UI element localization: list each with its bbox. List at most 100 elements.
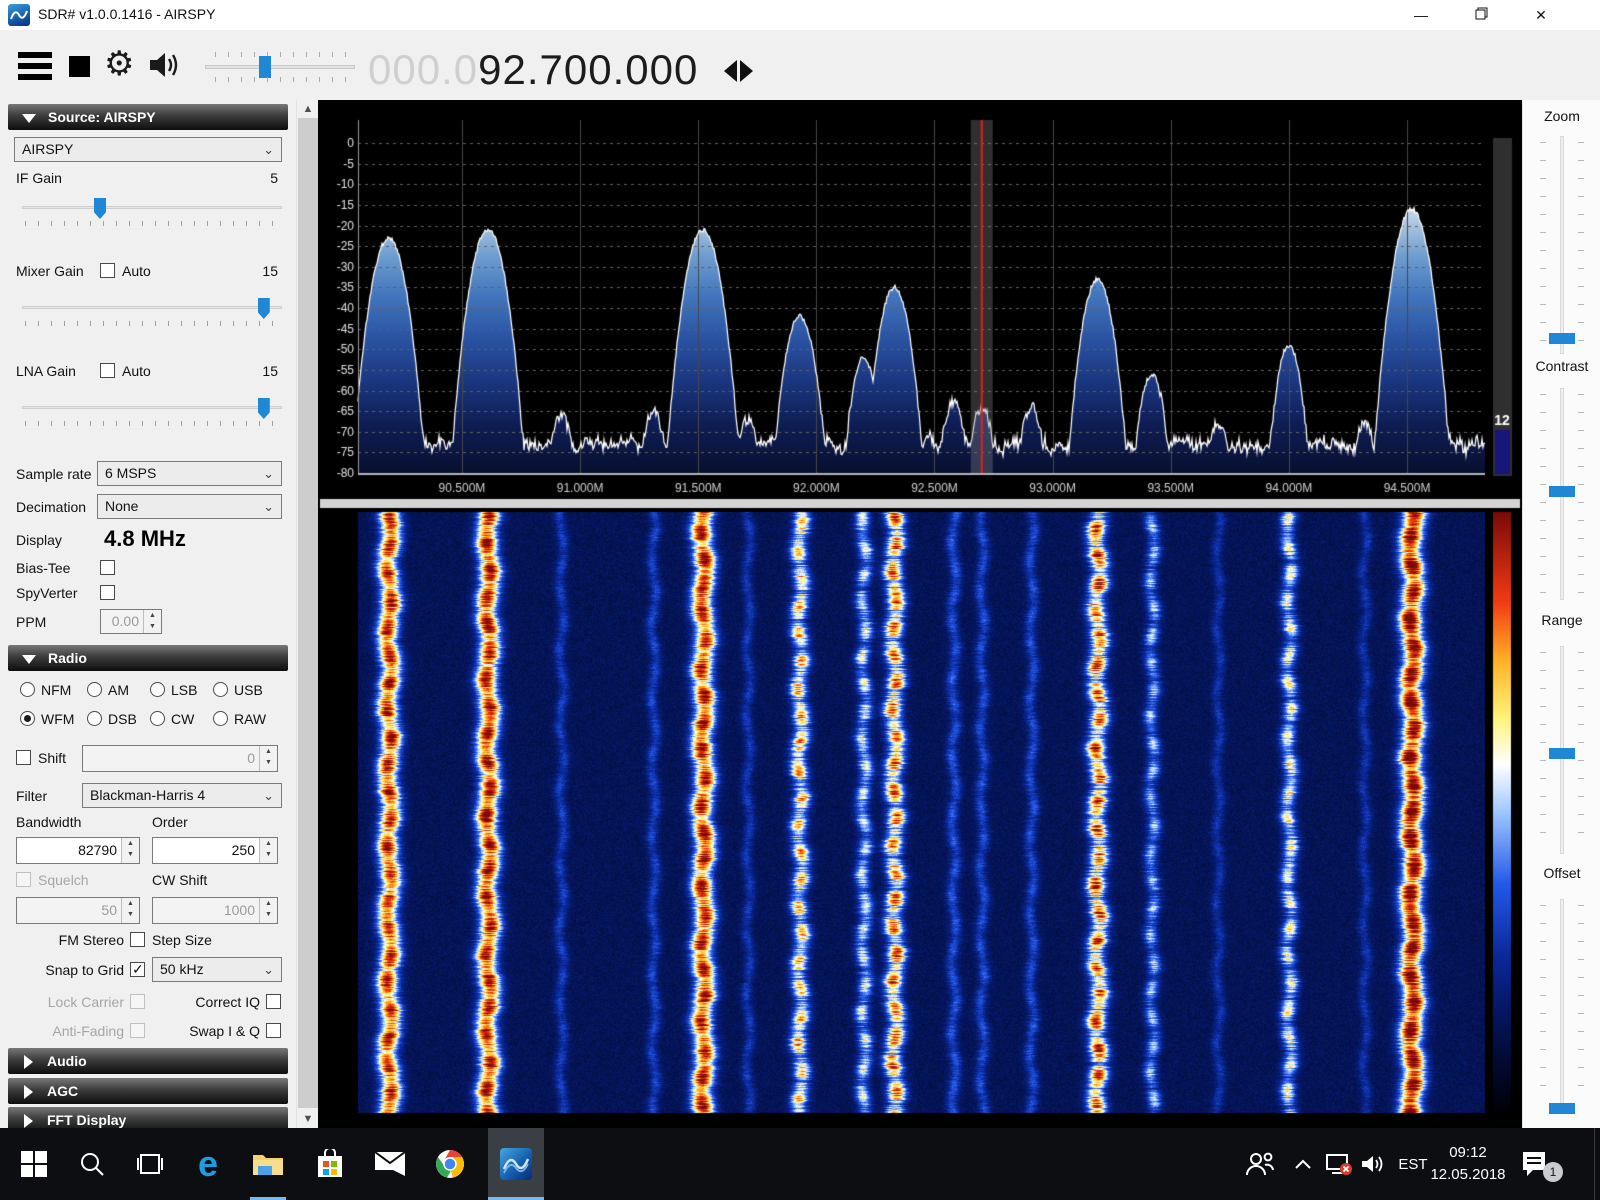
toolbar: ⚙ 000.092.700.000 [0,30,1600,100]
edge-browser-icon[interactable]: e [182,1128,234,1200]
mixer-gain-slider[interactable] [22,298,282,326]
scroll-up-icon[interactable]: ▲ [297,100,319,118]
scrollbar-thumb[interactable] [298,118,318,1108]
correct-iq-checkbox[interactable] [266,994,281,1009]
speaker-icon[interactable] [148,50,184,85]
clock-date: 12.05.2018 [1428,1164,1508,1186]
volume-ticks [215,77,355,82]
spinner-arrows-icon[interactable]: ▲▼ [121,838,139,863]
contrast-slider[interactable] [1540,388,1584,600]
section-header-source[interactable]: Source: AIRSPY [8,104,288,130]
scroll-down-icon[interactable]: ▼ [297,1110,319,1128]
section-header-audio[interactable]: Audio [8,1048,288,1074]
sdrsharp-window: SDR# v1.0.0.1416 - AIRSPY — ✕ ⚙ 000.092.… [0,0,1600,1200]
section-header-fft-display[interactable]: FFT Display [8,1107,288,1128]
zoom-slider-label: Zoom [1523,108,1600,124]
frequency-display[interactable]: 000.092.700.000 [368,46,698,94]
bias-tee-checkbox[interactable] [100,560,115,575]
source-device-select[interactable]: AIRSPY⌄ [14,137,282,162]
zoom-slider[interactable] [1540,136,1584,354]
sample-rate-select[interactable]: 6 MSPS⌄ [97,461,282,486]
shift-checkbox[interactable] [16,750,31,765]
network-disconnected-icon[interactable] [1320,1128,1358,1200]
frequency-step-up-icon[interactable] [740,60,753,82]
lna-gain-slider-thumb[interactable] [258,398,270,419]
frequency-leading-zeros[interactable]: 000.0 [368,46,478,93]
minimize-button[interactable]: — [1398,0,1444,30]
shift-spinner[interactable]: 0▲▼ [82,745,278,772]
settings-gear-icon[interactable]: ⚙ [104,44,134,84]
action-center-icon[interactable]: 1 [1512,1128,1556,1200]
restore-button[interactable] [1458,0,1504,30]
if-gain-slider-thumb[interactable] [94,198,106,219]
mode-label-nfm: NFM [41,682,71,698]
decimation-select[interactable]: None⌄ [97,494,282,519]
start-button-icon[interactable] [8,1128,60,1200]
contrast-slider-thumb[interactable] [1549,486,1575,497]
mode-label-am: AM [108,682,129,698]
microsoft-store-icon[interactable] [304,1128,356,1200]
order-spinner[interactable]: 250▲▼ [152,837,278,864]
mode-radio-cw[interactable] [150,711,165,726]
lna-gain-auto-checkbox[interactable] [100,363,115,378]
file-explorer-icon[interactable] [242,1128,294,1200]
mode-radio-am[interactable] [87,682,102,697]
tray-expand-chevron-icon[interactable] [1286,1128,1320,1200]
fm-stereo-checkbox[interactable] [130,932,145,947]
chrome-browser-icon[interactable] [424,1128,476,1200]
snap-to-grid-checkbox[interactable] [130,962,145,977]
task-view-icon[interactable] [124,1128,176,1200]
contrast-slider-label: Contrast [1523,358,1600,374]
mode-radio-dsb[interactable] [87,711,102,726]
lna-gain-slider[interactable] [22,398,282,426]
waterfall-display[interactable] [318,497,1522,1128]
spectrum-display[interactable] [318,100,1522,497]
spinner-arrows-icon[interactable]: ▲▼ [259,746,277,771]
bandwidth-spinner[interactable]: 82790▲▼ [16,837,140,864]
expand-triangle-icon [24,1114,33,1128]
mode-label-wfm: WFM [41,711,74,727]
volume-track[interactable] [205,65,355,69]
offset-slider-thumb[interactable] [1549,1103,1575,1114]
squelch-label: Squelch [38,872,89,888]
step-size-select[interactable]: 50 kHz⌄ [152,957,282,982]
section-header-radio[interactable]: Radio [8,645,288,671]
close-button[interactable]: ✕ [1518,0,1564,30]
section-header-agc[interactable]: AGC [8,1078,288,1104]
mode-radio-raw[interactable] [213,711,228,726]
frequency-value[interactable]: 92.700.000 [478,46,698,93]
ppm-spinner[interactable]: 0.00▲▼ [100,609,162,634]
frequency-step-down-icon[interactable] [724,60,737,82]
zoom-slider-thumb[interactable] [1549,333,1575,344]
search-icon[interactable] [66,1128,118,1200]
range-slider-thumb[interactable] [1549,748,1575,759]
mixer-gain-slider-thumb[interactable] [258,298,270,319]
spyverter-checkbox[interactable] [100,585,115,600]
range-slider[interactable] [1540,646,1584,854]
volume-tray-icon[interactable] [1356,1128,1392,1200]
filter-label: Filter [16,788,47,804]
menu-icon[interactable] [18,52,52,80]
stop-button[interactable] [69,56,90,77]
sidebar-scrollbar[interactable]: ▲ ▼ [296,100,318,1128]
frequency-step-arrows[interactable] [724,60,760,86]
if-gain-slider[interactable] [22,198,282,226]
mode-radio-usb[interactable] [213,682,228,697]
mode-radio-wfm[interactable] [20,711,35,726]
mixer-gain-auto-checkbox[interactable] [100,263,115,278]
volume-slider[interactable] [205,52,355,82]
spinner-arrows-icon[interactable]: ▲▼ [259,838,277,863]
swap-iq-checkbox[interactable] [266,1023,281,1038]
chevron-down-icon: ⌄ [263,138,274,161]
filter-select[interactable]: Blackman-Harris 4⌄ [82,783,282,808]
mode-radio-lsb[interactable] [150,682,165,697]
show-desktop-button[interactable] [1594,1128,1600,1200]
spinner-arrows-icon[interactable]: ▲▼ [143,610,161,633]
offset-slider[interactable] [1540,899,1584,1109]
people-icon[interactable] [1240,1128,1280,1200]
sdrsharp-taskbar-icon[interactable] [488,1128,544,1200]
mail-icon[interactable] [364,1128,416,1200]
taskbar-clock[interactable]: 09:12 12.05.2018 [1428,1142,1508,1186]
mode-radio-nfm[interactable] [20,682,35,697]
volume-thumb[interactable] [259,56,271,78]
